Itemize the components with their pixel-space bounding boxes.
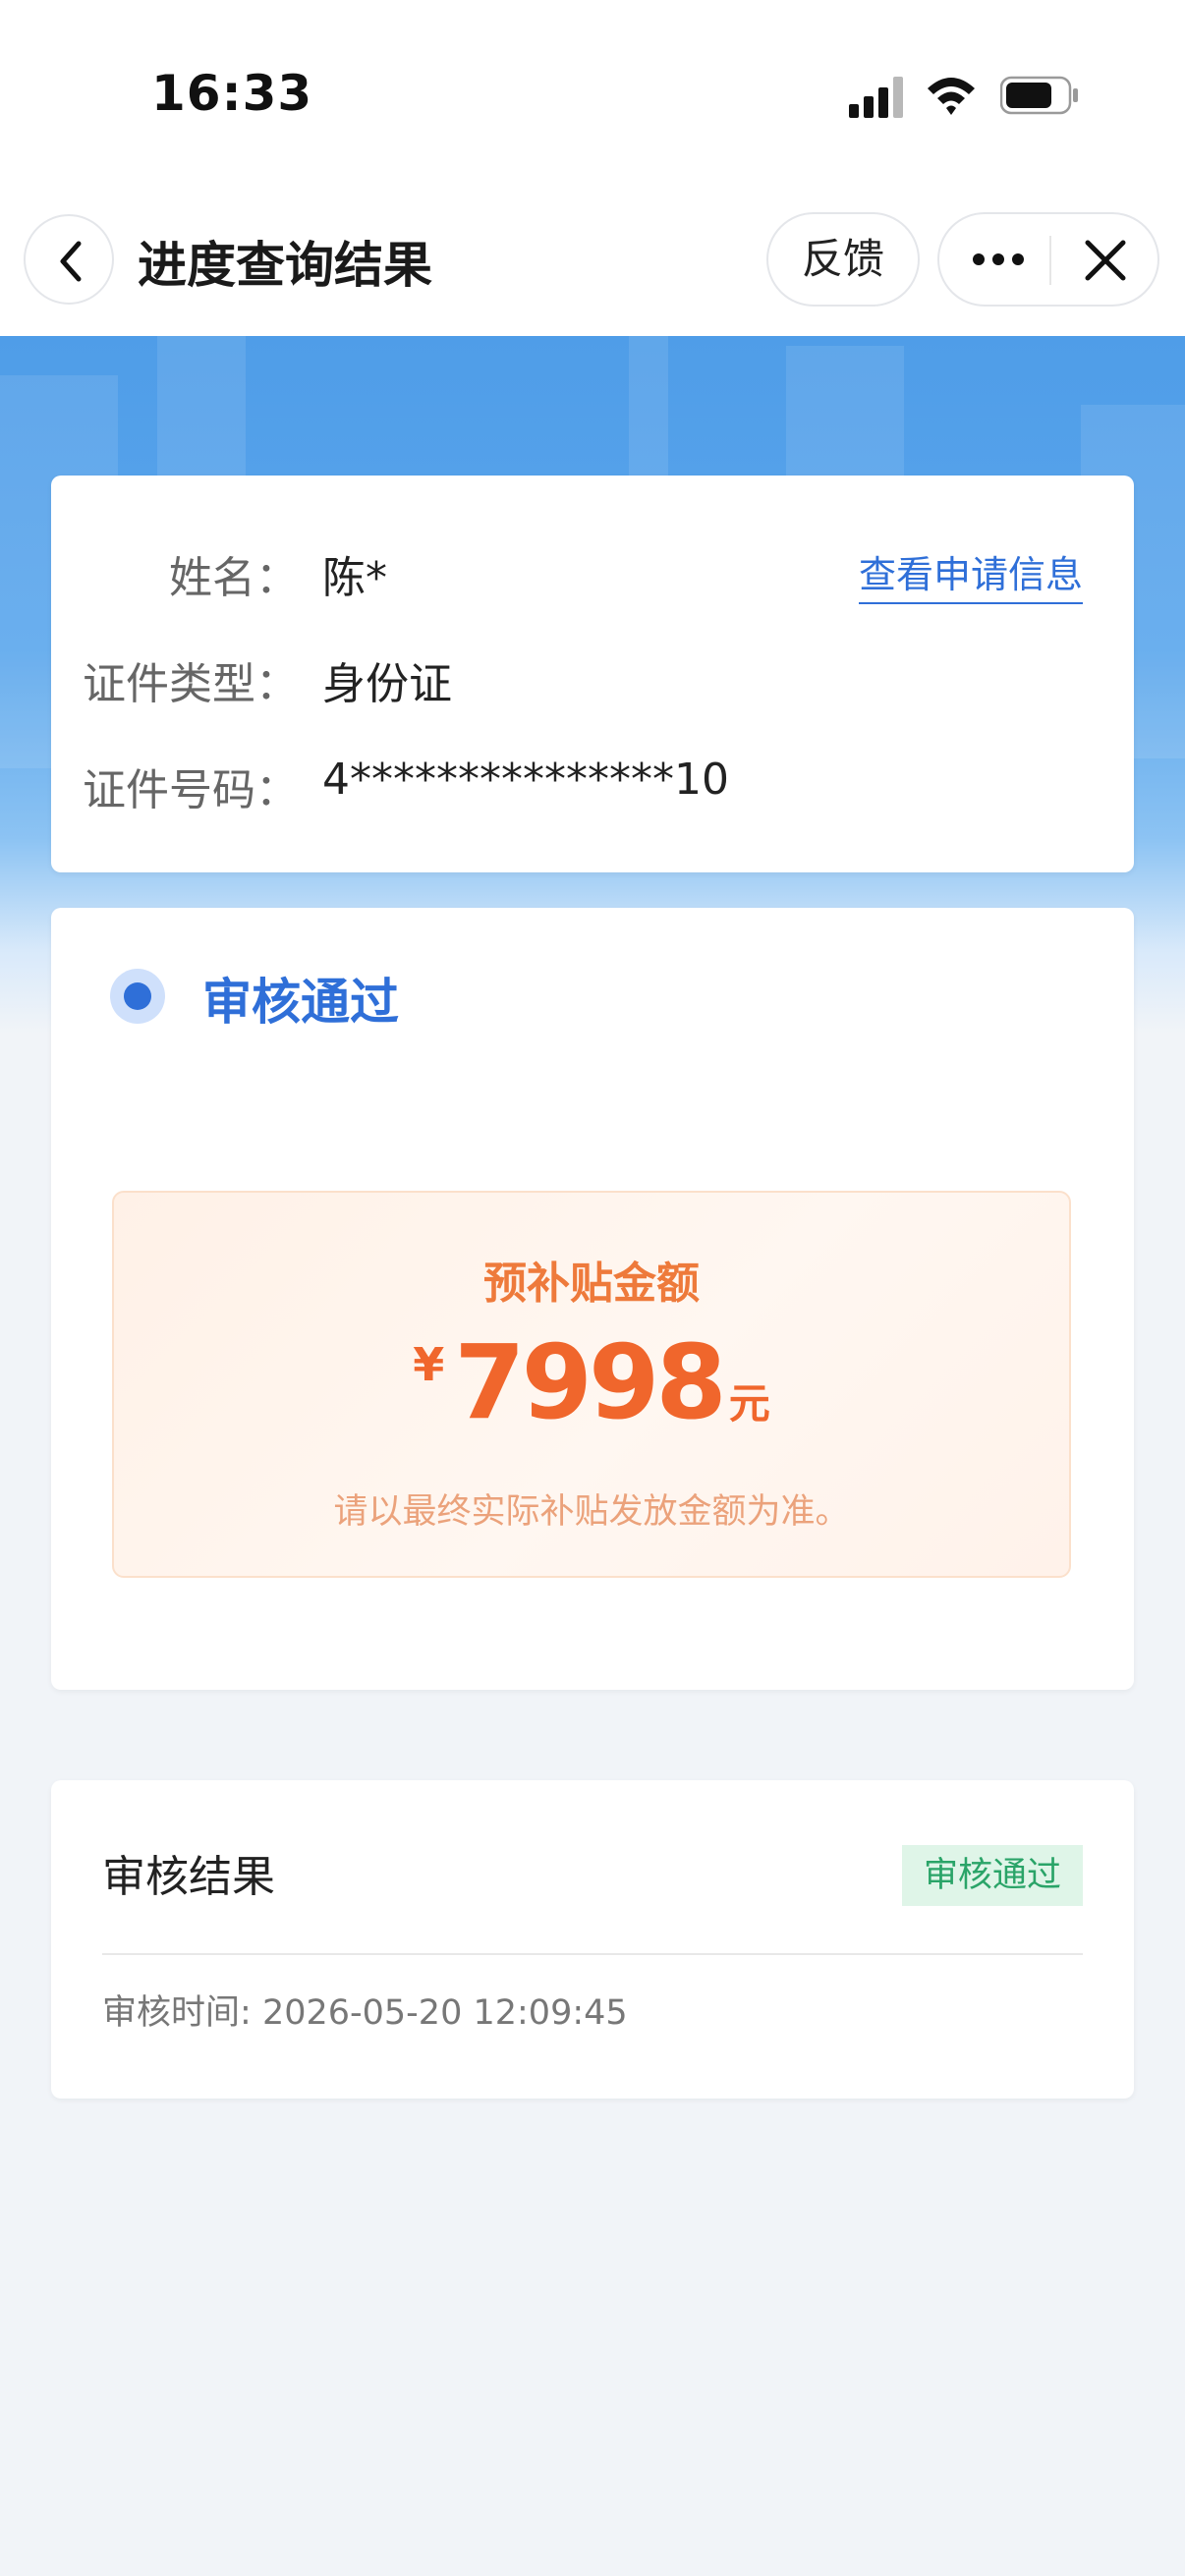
id-number-label: 证件号码： xyxy=(83,765,299,815)
id-type-value: 身份证 xyxy=(322,659,452,709)
battery-icon xyxy=(1000,76,1078,115)
name-label: 姓名： xyxy=(169,553,299,603)
status-title: 审核通过 xyxy=(202,974,399,1031)
back-button[interactable] xyxy=(24,214,114,305)
subsidy-note: 请以最终实际补贴发放金额为准。 xyxy=(333,1492,850,1532)
chevron-left-icon xyxy=(60,241,82,282)
nav-bar: 进度查询结果 反馈 xyxy=(0,196,1185,336)
capsule-divider xyxy=(1049,236,1051,285)
review-result-card: 审核结果 审核通过 审核时间: 2026-05-20 12:09:45 xyxy=(51,1780,1134,2099)
feedback-button[interactable]: 反馈 xyxy=(766,212,920,307)
review-time-label: 审核时间: xyxy=(102,1993,252,2033)
status-bar: 16:33 xyxy=(0,0,1185,196)
close-icon[interactable] xyxy=(1083,238,1128,283)
applicant-info-card: 姓名： 陈* 查看申请信息 证件类型： 身份证 证件号码： 4*********… xyxy=(51,476,1134,872)
status-dot-inner xyxy=(124,982,151,1010)
review-time-value: 2026-05-20 12:09:45 xyxy=(261,1993,628,2033)
banner-building xyxy=(786,346,904,483)
amount-unit: 元 xyxy=(728,1379,770,1428)
view-application-link[interactable]: 查看申请信息 xyxy=(858,544,1083,604)
name-value: 陈* xyxy=(322,553,387,603)
divider xyxy=(102,1953,1083,1955)
id-number-value: 4***************10 xyxy=(322,755,729,805)
more-icon[interactable] xyxy=(971,248,1026,271)
status-badge: 审核通过 xyxy=(901,1845,1083,1906)
status-time: 16:33 xyxy=(151,65,313,122)
status-card: 审核通过 预补贴金额 ¥7998 元 请以最终实际补贴发放金额为准。 xyxy=(51,908,1134,1690)
amount-value: 7998 xyxy=(454,1322,726,1442)
wifi-icon xyxy=(928,78,975,115)
currency-symbol: ¥ xyxy=(413,1338,445,1391)
subsidy-amount: ¥7998 元 xyxy=(114,1322,1069,1442)
mini-program-capsule xyxy=(937,212,1159,307)
page-title: 进度查询结果 xyxy=(138,237,432,294)
status-dot-icon xyxy=(110,969,165,1024)
review-time-row: 审核时间: 2026-05-20 12:09:45 xyxy=(102,1985,628,2035)
subsidy-amount-box: 预补贴金额 ¥7998 元 请以最终实际补贴发放金额为准。 xyxy=(112,1191,1071,1578)
cellular-signal-icon xyxy=(849,77,903,118)
review-result-label: 审核结果 xyxy=(102,1852,275,1902)
id-type-label: 证件类型： xyxy=(83,659,299,709)
subsidy-title: 预补贴金额 xyxy=(483,1259,700,1309)
